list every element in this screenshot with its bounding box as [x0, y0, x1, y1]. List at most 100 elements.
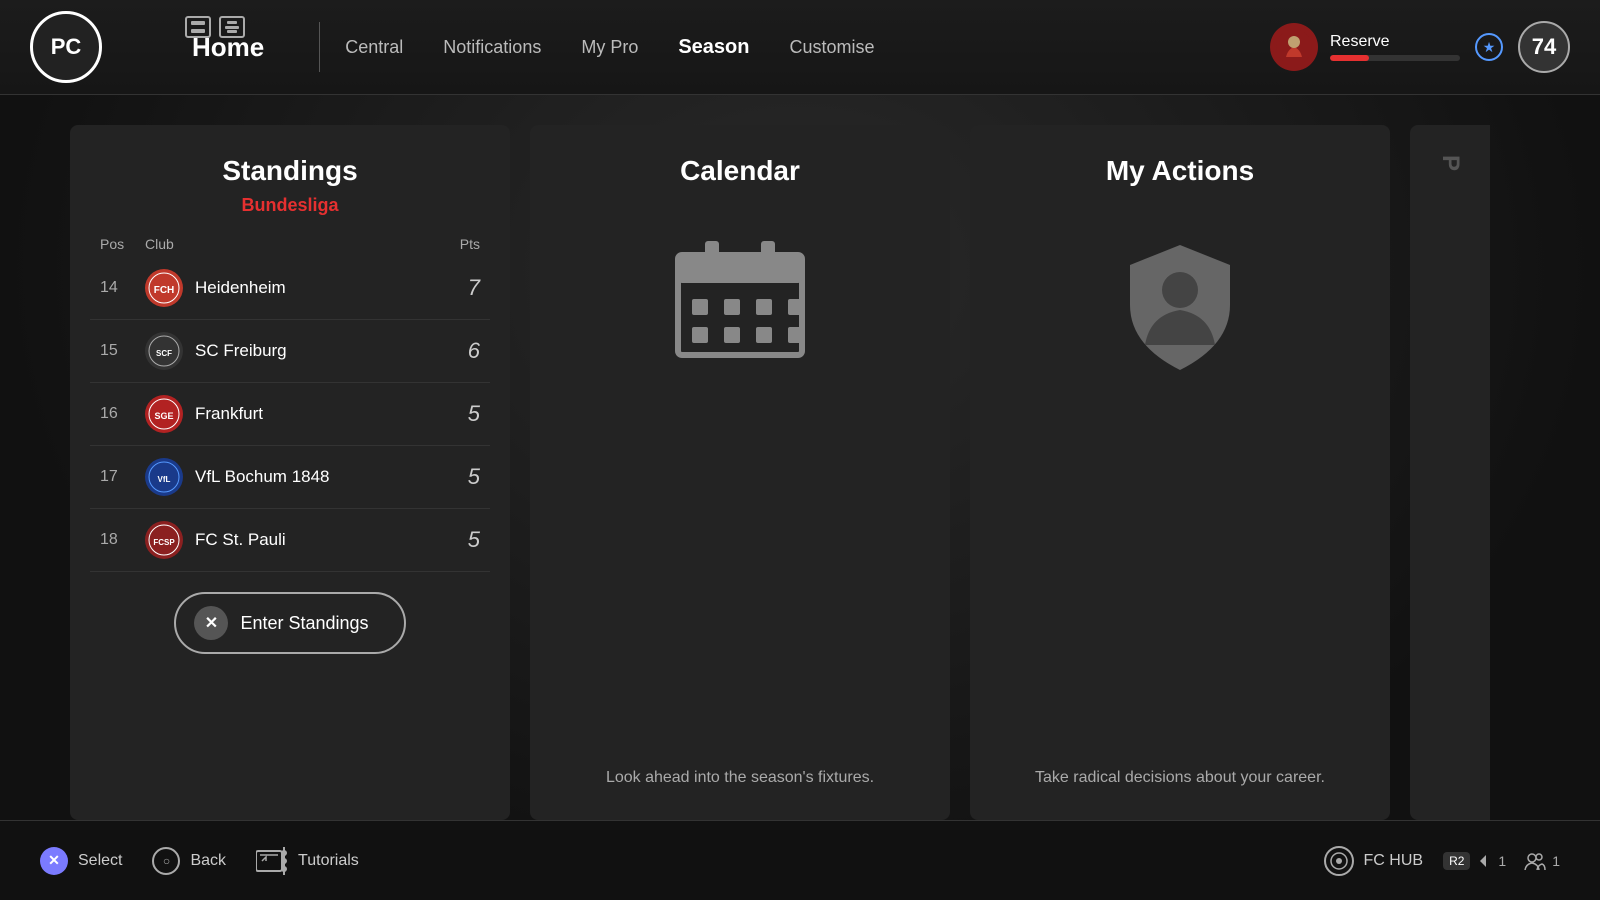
- nav-central[interactable]: Central: [345, 37, 403, 58]
- actions-icon: [1110, 235, 1250, 375]
- th-pts: Pts: [440, 236, 480, 252]
- main-content: Standings Bundesliga Pos Club Pts 14 FCH…: [0, 95, 1600, 820]
- row-pts-4: 5: [440, 527, 480, 553]
- row-pos-2: 16: [100, 405, 145, 423]
- row-pos-0: 14: [100, 279, 145, 297]
- row-pts-0: 7: [440, 275, 480, 301]
- x-icon: ✕: [194, 606, 228, 640]
- back-action[interactable]: ○ Back: [152, 847, 226, 875]
- club-logo-2: SGE: [145, 395, 183, 433]
- row-club-0: FCH Heidenheim: [145, 269, 440, 307]
- nav-right: Reserve ★ 74: [1270, 21, 1570, 73]
- tutorials-icon: [256, 847, 288, 875]
- navbar: PC Home Central Notifications My Pro Sea…: [0, 0, 1600, 95]
- player-card: Reserve: [1270, 23, 1460, 71]
- row-pts-1: 6: [440, 338, 480, 364]
- calendar-desc: Look ahead into the season's fixtures.: [606, 766, 874, 790]
- svg-text:FCH: FCH: [154, 285, 175, 296]
- fc-hub[interactable]: FC HUB: [1324, 846, 1424, 876]
- r2-label: R2: [1443, 852, 1470, 870]
- people-icon: [1524, 852, 1546, 870]
- th-club: Club: [145, 236, 440, 252]
- th-pos: Pos: [100, 236, 145, 252]
- club-logo-3: VfL: [145, 458, 183, 496]
- club-logo-0: FCH: [145, 269, 183, 307]
- club-name-0: Heidenheim: [195, 278, 286, 298]
- club-logo-4: FCSP: [145, 521, 183, 559]
- player-bar: [1330, 55, 1460, 61]
- player-avatar: [1270, 23, 1318, 71]
- standings-card: Standings Bundesliga Pos Club Pts 14 FCH…: [70, 125, 510, 820]
- row-pos-3: 17: [100, 468, 145, 486]
- row-club-1: SCF SC Freiburg: [145, 332, 440, 370]
- nav-icon-2: [219, 16, 245, 38]
- fc-hub-icon: [1324, 846, 1354, 876]
- x-button-icon: ✕: [40, 847, 68, 875]
- nav-mypro[interactable]: My Pro: [581, 37, 638, 58]
- actions-desc: Take radical decisions about your career…: [1035, 766, 1325, 790]
- bottom-bar: ✕ Select ○ Back Tutorials: [0, 820, 1600, 900]
- svg-text:SCF: SCF: [156, 349, 172, 358]
- enter-btn-container: ✕ Enter Standings: [90, 592, 490, 654]
- nav-notifications[interactable]: Notifications: [443, 37, 541, 58]
- select-label: Select: [78, 852, 122, 870]
- club-name-1: SC Freiburg: [195, 341, 287, 361]
- enter-standings-label: Enter Standings: [240, 613, 368, 634]
- row-pts-3: 5: [440, 464, 480, 490]
- club-logo-1: SCF: [145, 332, 183, 370]
- tutorials-action[interactable]: Tutorials: [256, 847, 359, 875]
- nav-customise[interactable]: Customise: [790, 37, 875, 58]
- partial-card-label: P: [1436, 155, 1464, 171]
- standings-title: Standings: [90, 155, 490, 187]
- row-pos-1: 15: [100, 342, 145, 360]
- player-status: Reserve: [1330, 33, 1460, 51]
- player-bar-fill: [1330, 55, 1369, 61]
- enter-standings-button[interactable]: ✕ Enter Standings: [174, 592, 405, 654]
- tutorials-label: Tutorials: [298, 852, 359, 870]
- player-info: Reserve: [1330, 33, 1460, 61]
- arrow-left-icon: [1476, 853, 1492, 869]
- r2-badge: R2 1 1: [1443, 852, 1560, 870]
- calendar-title: Calendar: [680, 155, 800, 187]
- select-action[interactable]: ✕ Select: [40, 847, 122, 875]
- svg-text:VfL: VfL: [158, 475, 171, 484]
- o-button-icon: ○: [152, 847, 180, 875]
- row-pts-2: 5: [440, 401, 480, 427]
- calendar-card[interactable]: Calendar Look ahead i: [530, 125, 950, 820]
- table-row: 17 VfL VfL Bochum 1848 5: [90, 446, 490, 509]
- club-name-2: Frankfurt: [195, 404, 263, 424]
- actions-title: My Actions: [1106, 155, 1254, 187]
- table-row: 18 FCSP FC St. Pauli 5: [90, 509, 490, 572]
- row-pos-4: 18: [100, 531, 145, 549]
- people-count: 1: [1552, 853, 1560, 869]
- back-label: Back: [190, 852, 226, 870]
- nav-icons: [185, 16, 245, 38]
- svg-text:SGE: SGE: [154, 411, 173, 421]
- nav-season[interactable]: Season: [678, 36, 749, 59]
- row-club-2: SGE Frankfurt: [145, 395, 440, 433]
- partial-card: P: [1410, 125, 1490, 820]
- arrow-count: 1: [1498, 853, 1506, 869]
- bottom-actions: ✕ Select ○ Back Tutorials: [40, 847, 359, 875]
- nav-icon-1: [185, 16, 211, 38]
- table-row: 15 SCF SC Freiburg 6: [90, 320, 490, 383]
- row-club-4: FCSP FC St. Pauli: [145, 521, 440, 559]
- calendar-icon-container: [670, 235, 810, 370]
- actions-card[interactable]: My Actions Take radical decisions about …: [970, 125, 1390, 820]
- actions-icon-container: [1110, 235, 1250, 380]
- table-row: 16 SGE Frankfurt 5: [90, 383, 490, 446]
- bottom-right: FC HUB R2 1 1: [1324, 846, 1561, 876]
- app-logo: PC: [30, 11, 102, 83]
- table-header: Pos Club Pts: [90, 236, 490, 252]
- fc-hub-label: FC HUB: [1364, 852, 1424, 870]
- rating-badge: 74: [1518, 21, 1570, 73]
- star-icon: ★: [1475, 33, 1503, 61]
- nav-divider: [319, 22, 320, 72]
- svg-text:FCSP: FCSP: [153, 538, 175, 547]
- club-name-4: FC St. Pauli: [195, 530, 286, 550]
- standings-league: Bundesliga: [90, 195, 490, 216]
- row-club-3: VfL VfL Bochum 1848: [145, 458, 440, 496]
- table-row: 14 FCH Heidenheim 7: [90, 257, 490, 320]
- club-name-3: VfL Bochum 1848: [195, 467, 330, 487]
- nav-items: Central Notifications My Pro Season Cust…: [345, 36, 1270, 59]
